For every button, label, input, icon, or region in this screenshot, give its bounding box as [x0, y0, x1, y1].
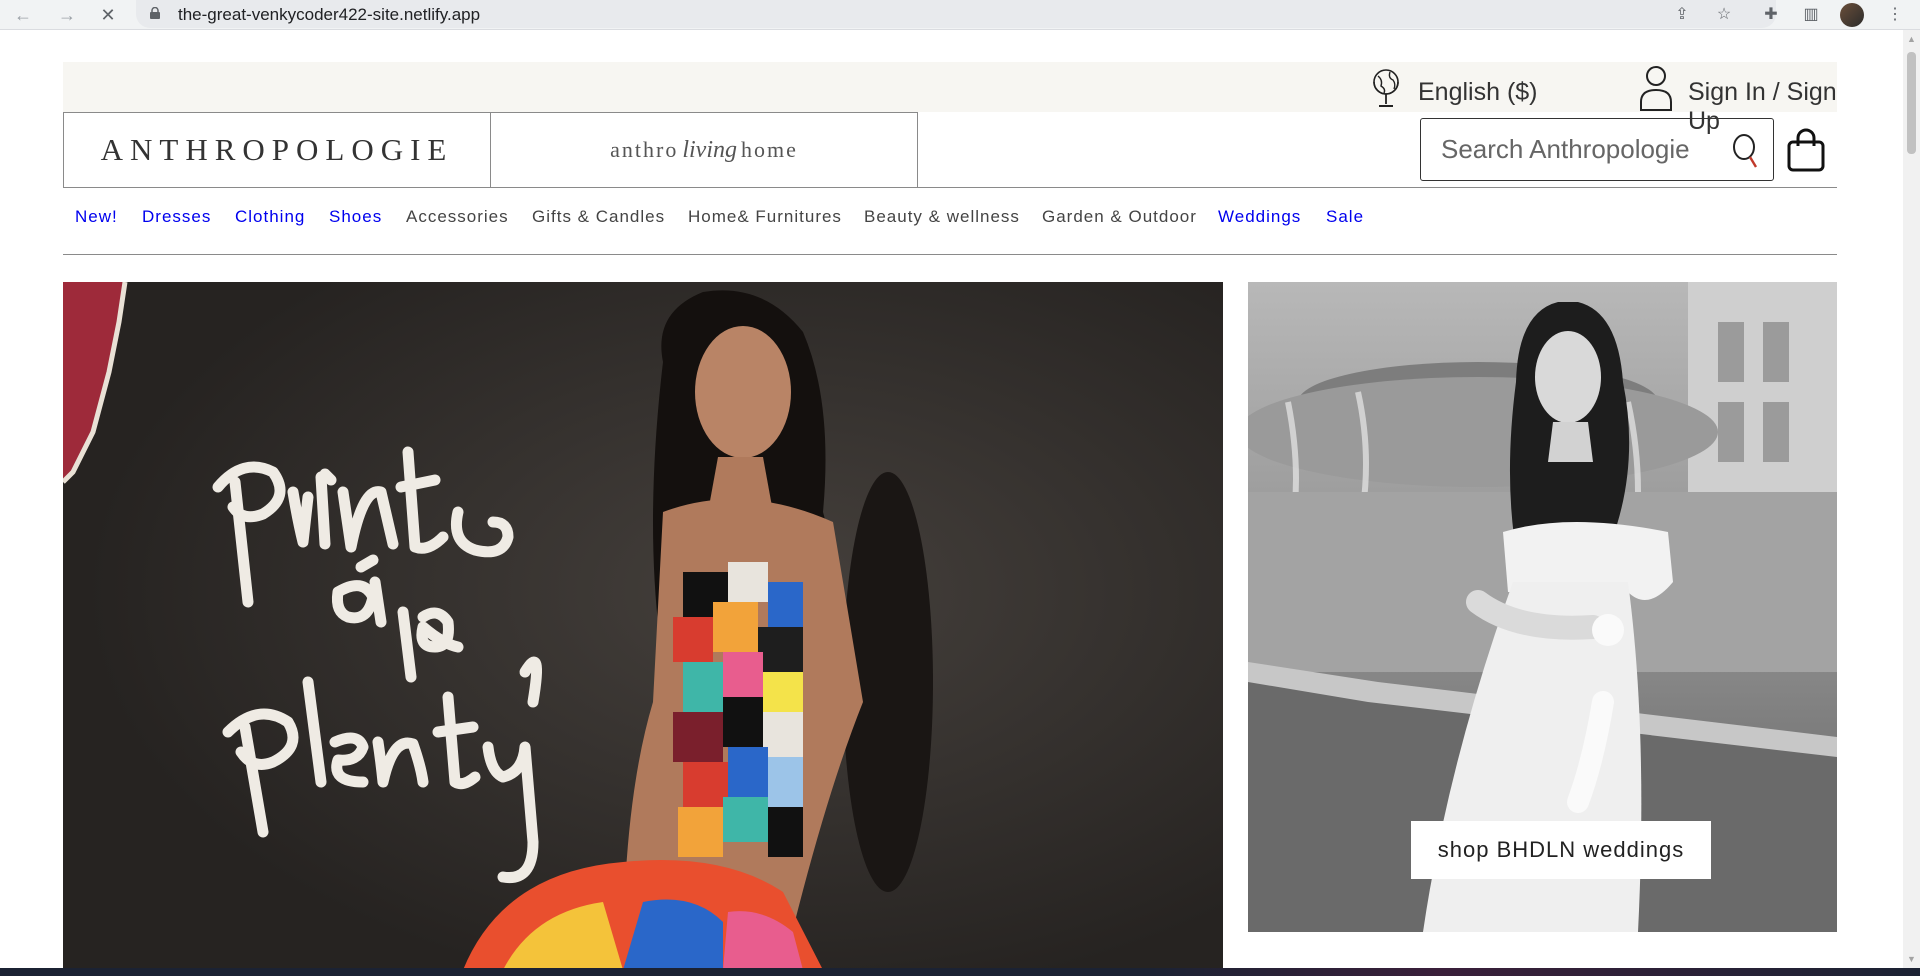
- side-panel-icon[interactable]: ▥: [1800, 4, 1822, 26]
- scroll-up-arrow-icon[interactable]: ▲: [1907, 34, 1916, 44]
- scroll-thumb[interactable]: [1907, 52, 1916, 154]
- nav-accessories[interactable]: Accessories: [406, 207, 509, 227]
- anthropologie-logo-text: ANTHROPOLOGIE: [100, 132, 454, 167]
- nav-gifts-candles[interactable]: Gifts & Candles: [532, 207, 665, 227]
- category-nav: New! Dresses Clothing Shoes Accessories …: [63, 207, 1837, 237]
- menu-dots-icon[interactable]: ⋮: [1884, 4, 1906, 26]
- page-scrollbar[interactable]: ▲ ▼: [1903, 30, 1920, 970]
- nav-sale[interactable]: Sale: [1326, 207, 1364, 227]
- nav-shoes[interactable]: Shoes: [329, 207, 382, 227]
- nav-new[interactable]: New!: [75, 207, 118, 227]
- nav-garden-outdoor[interactable]: Garden & Outdoor: [1042, 207, 1197, 227]
- language-selector[interactable]: English ($): [1418, 78, 1538, 107]
- utility-bar: English ($) Sign In / Sign Up: [63, 62, 1837, 135]
- browser-toolbar: ← → ✕ the-great-venkycoder422-site.netli…: [0, 0, 1920, 30]
- logo2-home-text: home: [740, 137, 798, 162]
- logo2-anthro-text: anthro: [610, 137, 679, 162]
- forward-icon[interactable]: →: [56, 4, 78, 26]
- lock-icon: [150, 7, 160, 19]
- nav-home-furnitures[interactable]: Home& Furnitures: [688, 207, 842, 227]
- search-box: [1420, 118, 1774, 181]
- profile-avatar[interactable]: [1840, 3, 1864, 27]
- shop-bhdln-weddings-button[interactable]: shop BHDLN weddings: [1411, 821, 1711, 879]
- user-icon[interactable]: [1637, 62, 1675, 112]
- nav-clothing[interactable]: Clothing: [235, 207, 305, 227]
- nav-dresses[interactable]: Dresses: [142, 207, 211, 227]
- url-text: the-great-venkycoder422-site.netlify.app: [178, 5, 481, 24]
- logo2-living-text: living: [682, 136, 737, 163]
- globe-icon: [1373, 69, 1399, 107]
- scroll-down-arrow-icon[interactable]: ▼: [1907, 954, 1916, 964]
- stop-loading-icon[interactable]: ✕: [97, 4, 119, 26]
- shopping-bag-icon[interactable]: [1787, 128, 1825, 172]
- search-input[interactable]: [1421, 119, 1721, 180]
- hero-prints-image: [63, 282, 1223, 970]
- share-icon[interactable]: ⇪: [1671, 4, 1693, 26]
- nav-beauty-wellness[interactable]: Beauty & wellness: [864, 207, 1020, 227]
- anthro-living-home-logo[interactable]: anthro living home: [490, 112, 918, 188]
- nav-weddings[interactable]: Weddings: [1218, 207, 1301, 227]
- anthropologie-logo[interactable]: ANTHROPOLOGIE: [63, 112, 490, 188]
- bookmark-star-icon[interactable]: ☆: [1713, 4, 1735, 26]
- search-icon[interactable]: [1731, 133, 1761, 169]
- back-icon[interactable]: ←: [12, 4, 34, 26]
- nav-divider: [63, 254, 1837, 255]
- header-divider: [63, 187, 1837, 188]
- extensions-icon[interactable]: ✚: [1760, 4, 1782, 26]
- taskbar-strip: [0, 968, 1920, 976]
- hero-prints-banner[interactable]: [63, 282, 1223, 970]
- address-bar[interactable]: the-great-venkycoder422-site.netlify.app: [136, 0, 1776, 28]
